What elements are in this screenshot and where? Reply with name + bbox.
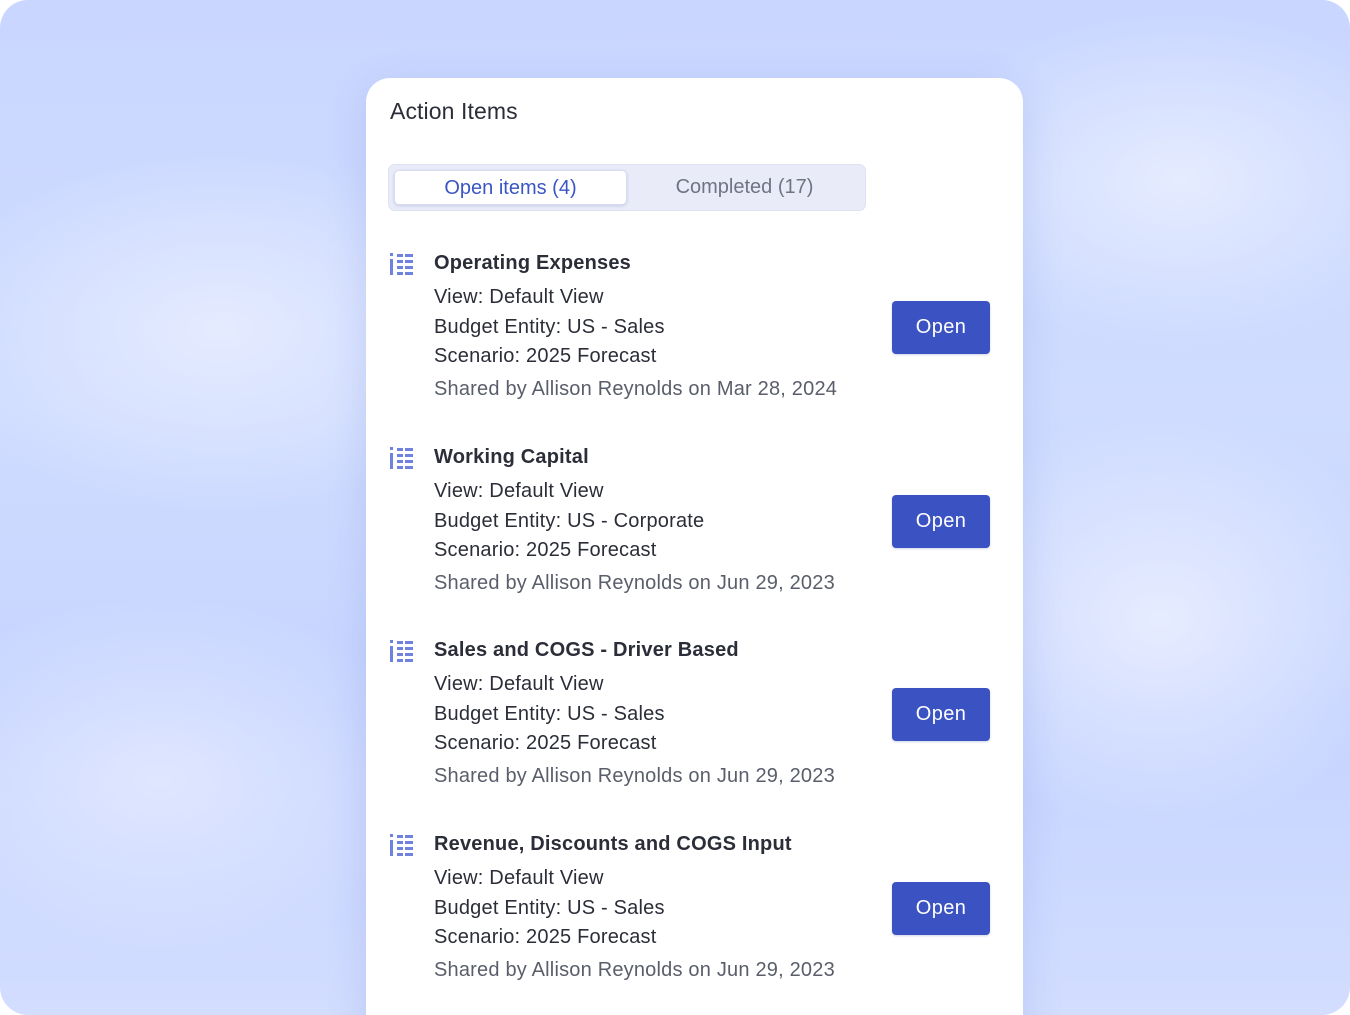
item-shared-by: Shared by Allison Reynolds on Jun 29, 20… [434, 959, 835, 981]
item-budget-entity: Budget Entity: US - Sales [434, 897, 665, 919]
open-button[interactable]: Open [892, 688, 990, 741]
list-icon [390, 834, 413, 856]
item-view: View: Default View [434, 867, 604, 889]
item-scenario: Scenario: 2025 Forecast [434, 926, 657, 948]
list-item: Operating Expenses View: Default View Bu… [366, 252, 1023, 427]
item-budget-entity: Budget Entity: US - Sales [434, 703, 665, 725]
item-title: Sales and COGS - Driver Based [434, 639, 739, 661]
item-title: Working Capital [434, 446, 589, 468]
item-view: View: Default View [434, 286, 604, 308]
item-budget-entity: Budget Entity: US - Sales [434, 316, 665, 338]
open-button[interactable]: Open [892, 301, 990, 354]
item-view: View: Default View [434, 480, 604, 502]
item-shared-by: Shared by Allison Reynolds on Jun 29, 20… [434, 765, 835, 787]
item-scenario: Scenario: 2025 Forecast [434, 732, 657, 754]
list-item: Revenue, Discounts and COGS Input View: … [366, 833, 1023, 1008]
tab-bar: Open items (4) Completed (17) [388, 164, 866, 211]
item-shared-by: Shared by Allison Reynolds on Mar 28, 20… [434, 378, 838, 400]
item-shared-by: Shared by Allison Reynolds on Jun 29, 20… [434, 572, 835, 594]
list-item: Sales and COGS - Driver Based View: Defa… [366, 639, 1023, 814]
action-items-card: Action Items Open items (4) Completed (1… [366, 78, 1023, 1015]
tab-completed[interactable]: Completed (17) [628, 170, 861, 205]
item-title: Operating Expenses [434, 252, 631, 274]
item-scenario: Scenario: 2025 Forecast [434, 539, 657, 561]
tab-open-items[interactable]: Open items (4) [394, 170, 627, 205]
list-icon [390, 253, 413, 275]
background: Action Items Open items (4) Completed (1… [0, 0, 1350, 1015]
open-button[interactable]: Open [892, 882, 990, 935]
item-budget-entity: Budget Entity: US - Corporate [434, 510, 705, 532]
item-view: View: Default View [434, 673, 604, 695]
list-icon [390, 640, 413, 662]
list-icon [390, 447, 413, 469]
item-title: Revenue, Discounts and COGS Input [434, 833, 792, 855]
list-item: Working Capital View: Default View Budge… [366, 446, 1023, 621]
item-scenario: Scenario: 2025 Forecast [434, 345, 657, 367]
open-button[interactable]: Open [892, 495, 990, 548]
card-title: Action Items [390, 98, 518, 124]
